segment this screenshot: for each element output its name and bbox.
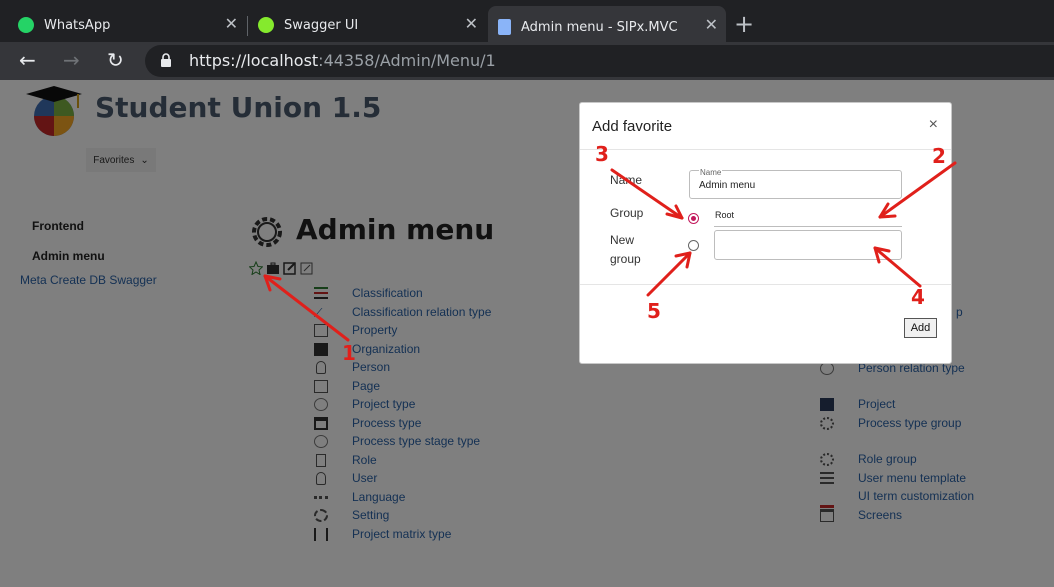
new-group-field[interactable] [714,230,902,260]
tab-whatsapp[interactable]: WhatsApp ✕ [8,8,246,42]
swagger-icon [258,17,274,33]
add-favorite-dialog: Add favorite × Name Name Admin menu Grou… [579,102,952,364]
new-tab-icon[interactable]: + [734,12,754,36]
divider [580,149,951,150]
forward-icon[interactable]: → [63,48,80,72]
modal-title: Add favorite [592,118,673,135]
url-text: https://localhost:44358/Admin/Menu/1 [189,51,496,70]
back-icon[interactable]: ← [19,48,36,72]
annotation-3: 3 [595,142,609,166]
new-group-label-line1: New [610,233,635,247]
close-icon[interactable]: × [929,116,938,134]
root-group-radio[interactable] [688,213,699,224]
annotation-5: 5 [647,299,661,323]
root-group-field[interactable]: Root [714,207,902,227]
name-value: Admin menu [699,180,756,191]
document-icon [498,19,511,35]
whatsapp-icon [18,17,34,33]
close-icon[interactable]: ✕ [705,17,718,33]
annotation-4: 4 [911,285,925,309]
new-group-radio[interactable] [688,240,699,251]
annotation-1: 1 [342,341,356,365]
reload-icon[interactable]: ↻ [107,48,124,72]
name-label: Name [610,173,643,187]
tab-title: Swagger UI [284,17,359,33]
new-group-label-line2: group [610,252,641,266]
tab-title: Admin menu - SIPx.MVC [521,19,678,35]
group-label: Group [610,206,644,220]
tab-title: WhatsApp [44,17,111,33]
name-float-label: Name [699,168,723,177]
divider [580,284,951,285]
annotation-2: 2 [932,144,946,168]
root-value: Root [715,210,735,220]
close-icon[interactable]: ✕ [465,16,478,32]
lock-icon [161,53,171,67]
add-button[interactable]: Add [904,318,937,338]
name-field[interactable]: Name Admin menu [689,168,902,199]
tab-swagger[interactable]: Swagger UI ✕ [248,8,486,42]
close-icon[interactable]: ✕ [225,16,238,32]
browser-tab-bar: WhatsApp ✕ Swagger UI ✕ Admin menu - SIP… [0,0,1054,48]
